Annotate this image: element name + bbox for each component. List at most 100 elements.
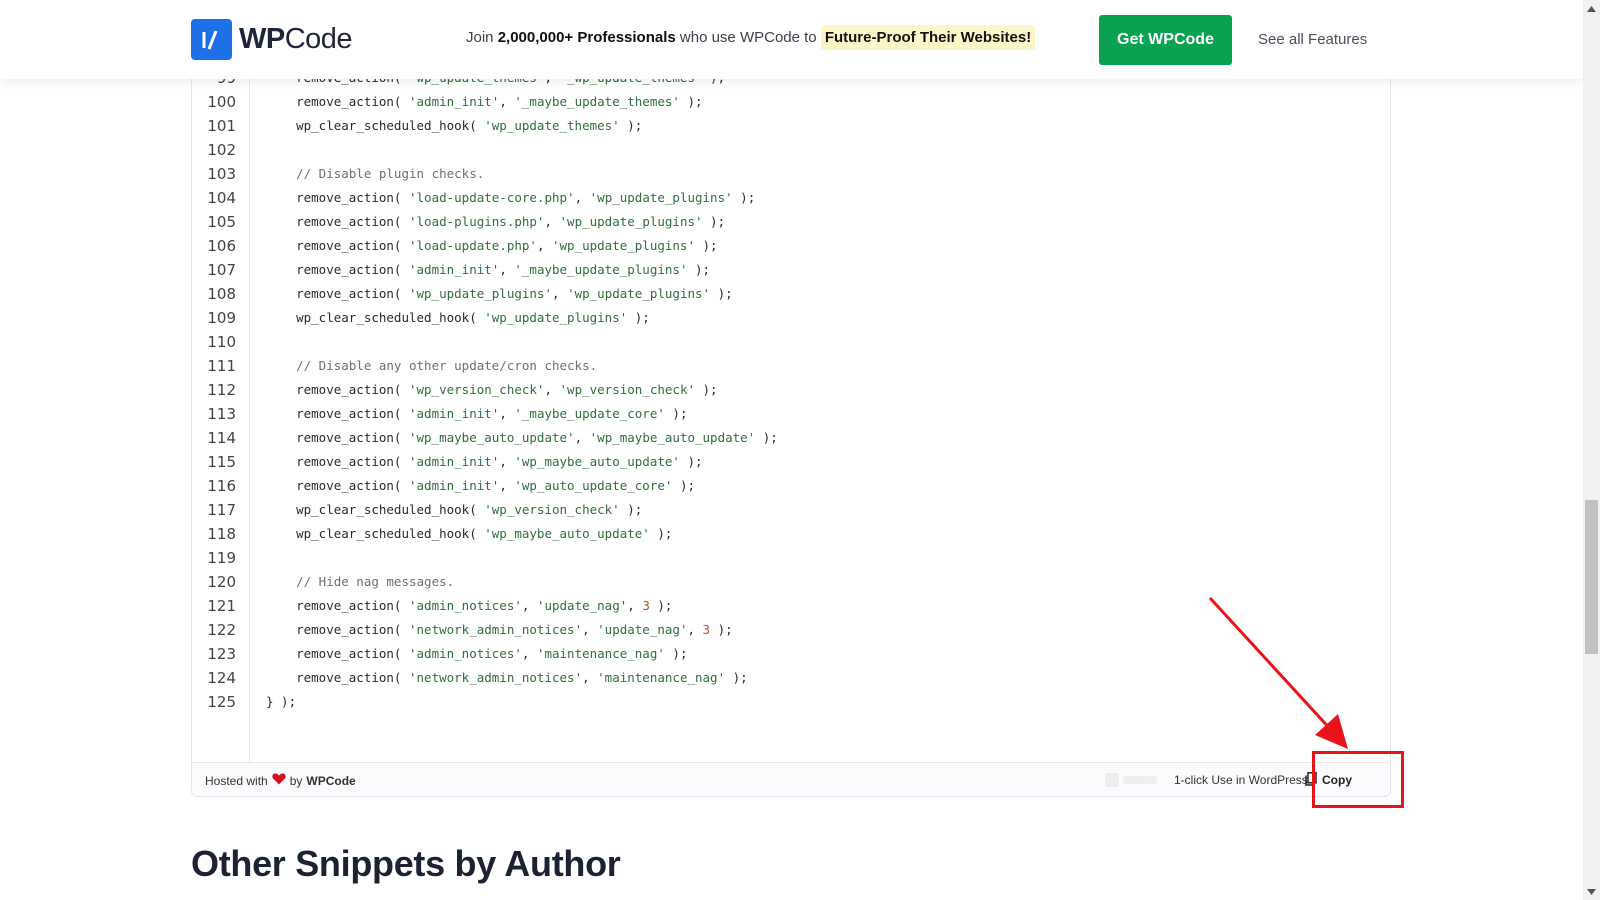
code-line: 114 remove_action( 'wp_maybe_auto_update… bbox=[192, 426, 1390, 450]
code-token: 'wp_version_check' bbox=[409, 382, 545, 397]
vertical-scrollbar[interactable] bbox=[1583, 0, 1600, 900]
code-token: 'admin_notices' bbox=[409, 646, 522, 661]
see-all-features-link[interactable]: See all Features bbox=[1258, 31, 1367, 48]
snippet-footer: Hosted with by WPCode 1-click Use in Wor… bbox=[192, 762, 1390, 796]
scroll-down-icon[interactable] bbox=[1583, 883, 1600, 900]
code-line: 113 remove_action( 'admin_init', '_maybe… bbox=[192, 402, 1390, 426]
code-text: remove_action( 'load-update-core.php', '… bbox=[266, 186, 755, 210]
code-token: , bbox=[574, 190, 590, 205]
line-number: 114 bbox=[207, 429, 236, 447]
line-number: 113 bbox=[207, 405, 236, 423]
code-token: 'wp_update_themes' bbox=[484, 118, 620, 133]
code-text: remove_action( 'network_admin_notices', … bbox=[266, 618, 733, 642]
code-text: remove_action( 'wp_maybe_auto_update', '… bbox=[266, 426, 778, 450]
code-line: 119 bbox=[192, 546, 1390, 570]
line-number: 104 bbox=[207, 189, 236, 207]
code-token: , bbox=[499, 262, 515, 277]
code-text: remove_action( 'admin_notices', 'update_… bbox=[266, 594, 672, 618]
line-number: 123 bbox=[207, 645, 236, 663]
code-text: remove_action( 'load-update.php', 'wp_up… bbox=[266, 234, 717, 258]
line-number: 101 bbox=[207, 117, 236, 135]
promo-prefix: Join bbox=[466, 29, 494, 46]
code-line: 103 // Disable plugin checks. bbox=[192, 162, 1390, 186]
annotation-highlight-box bbox=[1312, 751, 1404, 808]
scrollbar-thumb[interactable] bbox=[1585, 500, 1598, 654]
code-line: 106 remove_action( 'load-update.php', 'w… bbox=[192, 234, 1390, 258]
one-click-use-link[interactable]: 1-click Use in WordPress bbox=[1174, 773, 1308, 787]
code-token: remove_action( bbox=[266, 622, 409, 637]
code-token: '_maybe_update_themes' bbox=[514, 94, 680, 109]
code-token: 'admin_init' bbox=[409, 262, 500, 277]
code-token: 'maintenance_nag' bbox=[536, 646, 665, 661]
code-line: 125 } ); bbox=[192, 690, 1390, 714]
code-text: wp_clear_scheduled_hook( 'wp_update_plug… bbox=[266, 306, 650, 330]
code-token: remove_action( bbox=[266, 478, 409, 493]
code-text: remove_action( 'admin_init', 'wp_auto_up… bbox=[266, 474, 695, 498]
code-token: 'wp_update_plugins' bbox=[559, 214, 703, 229]
code-token: 'wp_update_plugins' bbox=[589, 190, 733, 205]
code-line: 123 remove_action( 'admin_notices', 'mai… bbox=[192, 642, 1390, 666]
code-token: remove_action( bbox=[266, 598, 409, 613]
code-token: 'wp_update_plugins' bbox=[484, 310, 628, 325]
code-line: 101 wp_clear_scheduled_hook( 'wp_update_… bbox=[192, 114, 1390, 138]
code-token: , bbox=[521, 598, 537, 613]
code-line: 118 wp_clear_scheduled_hook( 'wp_maybe_a… bbox=[192, 522, 1390, 546]
code-token: 'wp_maybe_auto_update' bbox=[409, 430, 575, 445]
code-token: // Disable plugin checks. bbox=[266, 166, 485, 181]
code-token: wp_clear_scheduled_hook( bbox=[266, 310, 485, 325]
code-token: 'load-update.php' bbox=[409, 238, 537, 253]
code-line: 110 bbox=[192, 330, 1390, 354]
line-number: 111 bbox=[207, 357, 236, 375]
line-number: 109 bbox=[207, 309, 236, 327]
line-number: 102 bbox=[207, 141, 236, 159]
line-number: 119 bbox=[207, 549, 236, 567]
code-token: ); bbox=[725, 670, 748, 685]
code-token: ); bbox=[702, 214, 726, 229]
code-token: remove_action( bbox=[266, 214, 409, 229]
code-token: ); bbox=[710, 286, 733, 301]
code-token: 3 bbox=[642, 598, 650, 613]
get-wpcode-button[interactable]: Get WPCode bbox=[1099, 15, 1232, 65]
code-text: wp_clear_scheduled_hook( 'wp_update_them… bbox=[266, 114, 642, 138]
scroll-up-icon[interactable] bbox=[1583, 0, 1600, 17]
hosted-with-credit[interactable]: Hosted with by WPCode bbox=[205, 773, 356, 788]
hosted-brand: WPCode bbox=[306, 773, 356, 788]
code-token: remove_action( bbox=[266, 670, 409, 685]
code-text: // Hide nag messages. bbox=[266, 570, 454, 594]
code-text: remove_action( 'admin_notices', 'mainten… bbox=[266, 642, 687, 666]
line-number: 106 bbox=[207, 237, 236, 255]
code-line: 116 remove_action( 'admin_init', 'wp_aut… bbox=[192, 474, 1390, 498]
logo-wordmark: WPCode bbox=[239, 23, 353, 55]
code-token: remove_action( bbox=[266, 406, 409, 421]
line-number: 125 bbox=[207, 693, 236, 711]
code-line: 104 remove_action( 'load-update-core.php… bbox=[192, 186, 1390, 210]
code-token: , bbox=[582, 622, 598, 637]
code-token: , bbox=[499, 406, 515, 421]
code-token: ); bbox=[710, 622, 733, 637]
code-token: ); bbox=[619, 502, 643, 517]
wpcode-logo[interactable]: WPCode bbox=[191, 19, 353, 60]
code-token: , bbox=[499, 478, 515, 493]
code-line: 122 remove_action( 'network_admin_notice… bbox=[192, 618, 1390, 642]
code-token: , bbox=[499, 454, 515, 469]
code-token: wp_clear_scheduled_hook( bbox=[266, 526, 485, 541]
code-token: 'wp_maybe_auto_update' bbox=[589, 430, 756, 445]
line-number: 117 bbox=[207, 501, 236, 519]
code-line: 107 remove_action( 'admin_init', '_maybe… bbox=[192, 258, 1390, 282]
promo-middle: who use WPCode to bbox=[679, 29, 817, 46]
code-token: 'update_nag' bbox=[597, 622, 688, 637]
hosted-prefix: Hosted with bbox=[205, 773, 268, 788]
code-line: 124 remove_action( 'network_admin_notice… bbox=[192, 666, 1390, 690]
code-token: , bbox=[536, 238, 552, 253]
code-token: , bbox=[574, 430, 590, 445]
code-token: 'wp_update_plugins' bbox=[567, 286, 711, 301]
line-number: 124 bbox=[207, 669, 236, 687]
code-text: remove_action( 'admin_init', '_maybe_upd… bbox=[266, 90, 702, 114]
line-number: 120 bbox=[207, 573, 236, 591]
code-text: } ); bbox=[266, 690, 296, 714]
code-token: ); bbox=[672, 478, 695, 493]
code-token: 'wp_update_plugins' bbox=[552, 238, 695, 253]
code-token: , bbox=[499, 94, 515, 109]
code-line: 100 remove_action( 'admin_init', '_maybe… bbox=[192, 90, 1390, 114]
code-token: 'wp_version_check' bbox=[484, 502, 620, 517]
